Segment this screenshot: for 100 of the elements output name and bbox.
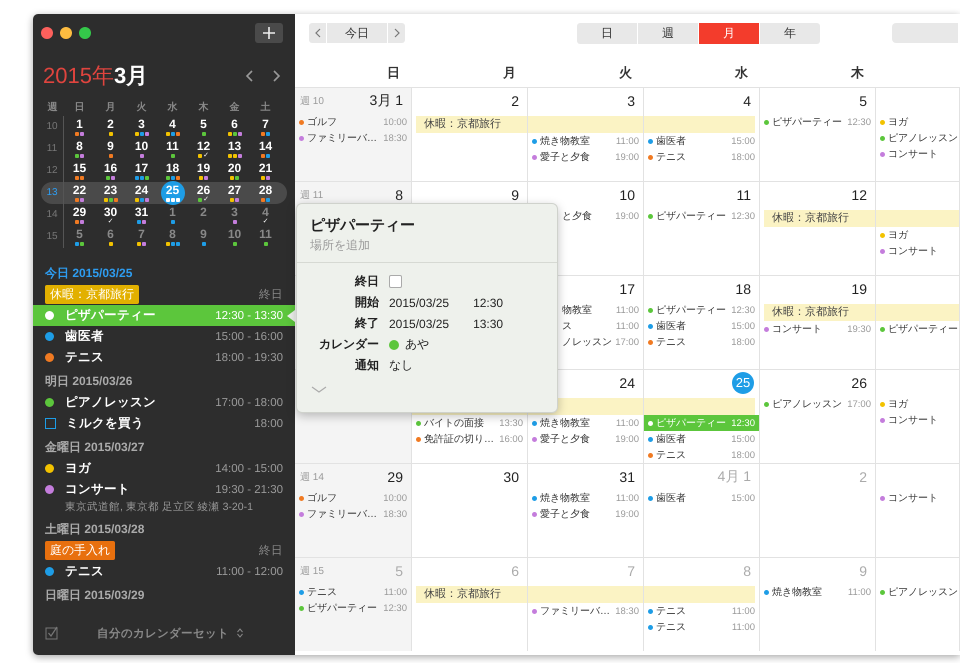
- mini-day[interactable]: 7: [254, 115, 278, 139]
- mini-day[interactable]: 23: [98, 181, 122, 205]
- event-title[interactable]: ゴルフ: [307, 491, 337, 505]
- event-title[interactable]: コンサート: [65, 481, 130, 498]
- event-title[interactable]: ピザパーティー: [656, 209, 726, 223]
- event-title[interactable]: バイトの面接: [424, 416, 484, 430]
- close-button[interactable]: [41, 27, 53, 39]
- event-title[interactable]: ス: [562, 319, 572, 333]
- mini-day[interactable]: 9: [98, 137, 122, 161]
- event-title[interactable]: ピザパーティー: [772, 115, 842, 129]
- date-value[interactable]: 2015/03/25: [389, 316, 450, 330]
- mini-day[interactable]: 3: [130, 115, 154, 139]
- mini-day[interactable]: 28: [254, 181, 278, 205]
- view-tab[interactable]: 日: [577, 22, 637, 44]
- event-title[interactable]: ファミリーバ…: [540, 604, 610, 618]
- mini-day[interactable]: 11: [160, 137, 184, 161]
- mini-day[interactable]: 29: [68, 203, 92, 227]
- checkbox-icon[interactable]: [45, 626, 59, 640]
- date-value[interactable]: 2015/03/25: [389, 296, 450, 310]
- task-checkbox[interactable]: [45, 418, 56, 429]
- event-title[interactable]: ピアノレッスン: [888, 131, 958, 145]
- add-button[interactable]: [255, 23, 283, 43]
- mini-day[interactable]: 2: [192, 203, 216, 227]
- previous-icon[interactable]: [245, 69, 255, 83]
- mini-day[interactable]: 8: [68, 137, 92, 161]
- time-value[interactable]: 13:30: [473, 316, 504, 330]
- mini-day[interactable]: 16: [98, 159, 122, 183]
- mini-day[interactable]: 9: [192, 225, 216, 249]
- alert-value[interactable]: なし: [389, 357, 413, 374]
- event-title[interactable]: ピアノレッスン: [888, 585, 958, 599]
- event-title[interactable]: 焼き物教室: [772, 585, 822, 599]
- event-title[interactable]: テニス: [656, 150, 686, 164]
- mini-day[interactable]: 19: [192, 159, 216, 183]
- event-title[interactable]: テニス: [307, 585, 337, 599]
- mini-day[interactable]: 6: [222, 115, 246, 139]
- mini-day[interactable]: 8: [160, 225, 184, 249]
- mini-day[interactable]: 27: [222, 181, 246, 205]
- mini-day[interactable]: 5: [68, 225, 92, 249]
- event-title[interactable]: 歯医者: [65, 328, 104, 345]
- mini-day[interactable]: 17: [130, 159, 154, 183]
- event-title[interactable]: 愛子と夕食: [540, 150, 590, 164]
- mini-day[interactable]: 10: [130, 137, 154, 161]
- zoom-button[interactable]: [79, 27, 91, 39]
- mini-day[interactable]: 21: [254, 159, 278, 183]
- mini-day[interactable]: 10: [222, 225, 246, 249]
- event-title[interactable]: 愛子と夕食: [540, 432, 590, 446]
- event-title[interactable]: 歯医者: [656, 134, 686, 148]
- mini-day[interactable]: 1: [68, 115, 92, 139]
- event-title[interactable]: コンサート: [888, 491, 938, 505]
- mini-day[interactable]: 18: [160, 159, 184, 183]
- mini-day[interactable]: 20: [222, 159, 246, 183]
- view-tab[interactable]: 週: [638, 22, 698, 44]
- event-title[interactable]: テニス: [65, 563, 104, 580]
- view-tab[interactable]: 年: [760, 22, 820, 44]
- all-day-event-bar[interactable]: 休暇：京都旅行: [764, 304, 875, 321]
- event-title[interactable]: 歯医者: [656, 432, 686, 446]
- mini-day[interactable]: 4: [160, 115, 184, 139]
- event-title[interactable]: ヨガ: [888, 228, 908, 242]
- all-day-event-bar[interactable]: 休暇：京都旅行: [416, 116, 527, 133]
- event-title[interactable]: ピザパーティー: [888, 322, 958, 336]
- event-title[interactable]: 焼き物教室: [540, 416, 590, 430]
- event-title[interactable]: ピアノレッスン: [65, 394, 156, 411]
- mini-day[interactable]: 3: [222, 203, 246, 227]
- time-value[interactable]: 12:30: [473, 296, 504, 310]
- view-tab[interactable]: 月: [699, 22, 759, 44]
- mini-day[interactable]: 1: [160, 203, 184, 227]
- mini-day[interactable]: 13: [222, 137, 246, 161]
- mini-day[interactable]: 2: [98, 115, 122, 139]
- today-button[interactable]: 今日: [327, 23, 387, 43]
- event-title[interactable]: ファミリーバ…: [307, 131, 377, 145]
- next-button[interactable]: [388, 23, 405, 43]
- event-title[interactable]: ピザパーティー: [656, 303, 726, 317]
- all-day-event-bar[interactable]: 休暇：京都旅行: [416, 586, 527, 603]
- all-day-checkbox[interactable]: [389, 275, 402, 288]
- mini-day[interactable]: 22: [68, 181, 92, 205]
- event-title[interactable]: 免許証の切り…: [424, 432, 494, 446]
- event-title[interactable]: コンサート: [772, 322, 822, 336]
- event-title[interactable]: テニス: [656, 335, 686, 349]
- event-title[interactable]: ピザパーティー: [307, 601, 377, 615]
- mini-day[interactable]: 5: [192, 115, 216, 139]
- calendar-set-selector[interactable]: 自分のカレンダーセット: [97, 626, 229, 640]
- event-title[interactable]: ヨガ: [888, 115, 908, 129]
- previous-button[interactable]: [309, 23, 326, 43]
- mini-day[interactable]: 7: [130, 225, 154, 249]
- event-title[interactable]: テニス: [656, 604, 686, 618]
- event-title[interactable]: ミルクを買う: [66, 415, 144, 432]
- event-title[interactable]: ヨガ: [888, 397, 908, 411]
- event-title[interactable]: と夕食: [562, 209, 592, 223]
- event-title[interactable]: 歯医者: [656, 491, 686, 505]
- location-field[interactable]: 場所を追加: [310, 238, 510, 252]
- mini-day[interactable]: 24: [130, 181, 154, 205]
- event-title[interactable]: 焼き物教室: [540, 491, 590, 505]
- event-title[interactable]: ファミリーバ…: [307, 507, 377, 521]
- event-title[interactable]: テニス: [656, 448, 686, 462]
- mini-day[interactable]: 31: [130, 203, 154, 227]
- event-title[interactable]: 歯医者: [656, 319, 686, 333]
- mini-day[interactable]: 6: [98, 225, 122, 249]
- event-title[interactable]: 愛子と夕食: [540, 507, 590, 521]
- event-title[interactable]: ノレッスン: [562, 335, 612, 349]
- event-title[interactable]: ピアノレッスン: [772, 397, 842, 411]
